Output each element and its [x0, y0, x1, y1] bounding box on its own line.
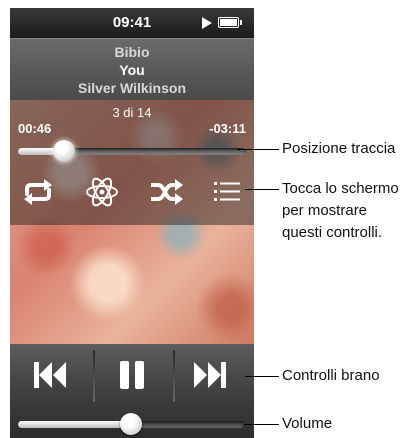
volume-fill [18, 421, 131, 428]
callout-line-volume [244, 424, 279, 425]
shuffle-icon [151, 179, 183, 205]
genius-button[interactable] [84, 176, 120, 208]
shuffle-button[interactable] [148, 176, 184, 208]
progress-thumb[interactable] [52, 140, 75, 162]
callout-tap-line2: per mostrare [282, 202, 368, 219]
pause-button[interactable] [92, 344, 172, 408]
play-status-icon [202, 17, 212, 29]
battery-icon [218, 17, 242, 28]
status-bar: 09:41 [10, 8, 254, 38]
callout-tap-line1: Tocca lo schermo [282, 180, 399, 197]
artist-name: Bibio [114, 44, 150, 60]
callout-line-song-controls [245, 376, 279, 377]
volume-thumb[interactable] [120, 413, 142, 435]
next-track-icon [194, 362, 226, 388]
callout-tap-line3: questi controlli. [282, 224, 383, 241]
callout-song-controls: Controlli brano [282, 367, 380, 384]
callout-position: Posizione traccia [282, 140, 396, 157]
repeat-button[interactable] [20, 176, 56, 208]
repeat-icon [24, 179, 52, 205]
callout-volume: Volume [282, 415, 333, 432]
track-info[interactable]: Bibio You Silver Wilkinson [10, 38, 254, 101]
callout-line-position [237, 149, 279, 150]
list-icon [214, 182, 240, 201]
previous-track-icon [34, 362, 66, 388]
next-button[interactable] [172, 344, 252, 408]
atom-icon [86, 177, 118, 207]
device-screen: 09:41 Bibio You Silver Wilkinson 3 di 14… [10, 8, 254, 438]
callout-line-tap [245, 189, 279, 190]
time-remaining: -03:11 [209, 121, 246, 136]
track-counter: 3 di 14 [112, 105, 152, 120]
previous-button[interactable] [12, 344, 92, 408]
volume-slider[interactable] [18, 413, 244, 435]
album-artwork[interactable] [10, 100, 254, 344]
list-button[interactable] [210, 176, 246, 208]
pause-icon [120, 361, 144, 389]
time-elapsed: 00:46 [18, 121, 52, 136]
song-title: You [119, 62, 145, 78]
album-name: Silver Wilkinson [77, 80, 186, 96]
progress-slider[interactable] [18, 140, 246, 162]
